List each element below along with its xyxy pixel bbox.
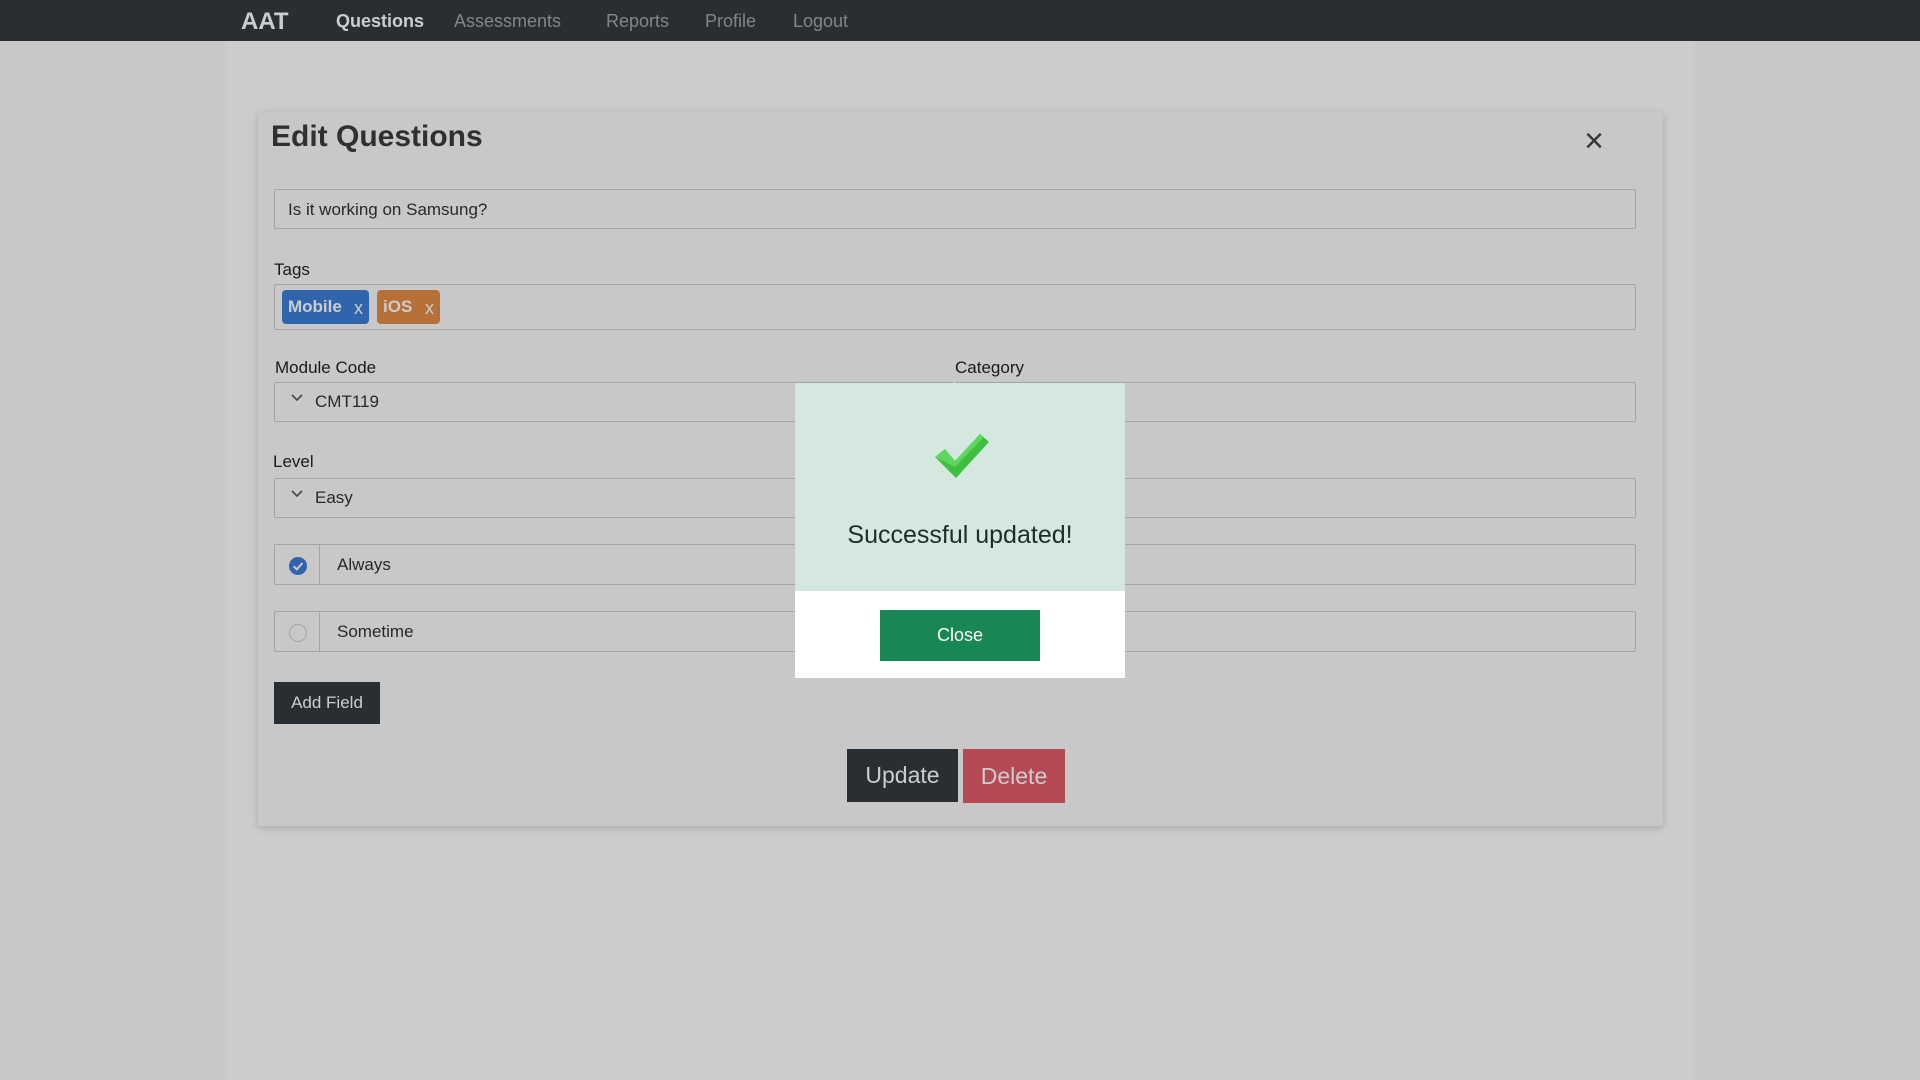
success-popup: Successful updated! Close [795,383,1125,678]
checkmark-icon [935,434,989,478]
success-message: Successful updated! [847,521,1073,549]
success-popup-header: Successful updated! [795,383,1125,591]
popup-close-button[interactable]: Close [880,610,1040,661]
